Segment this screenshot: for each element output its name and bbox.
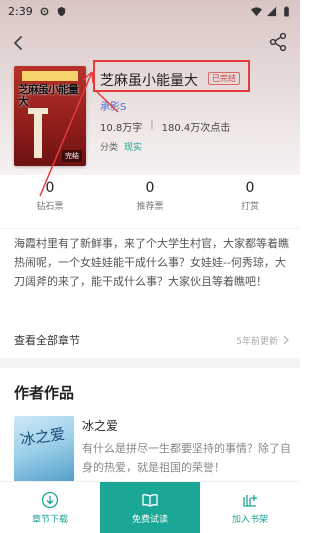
category-value[interactable]: 现实 [124, 140, 142, 153]
click-count: 180.4万次点击 [161, 123, 231, 134]
count-label: 打赏 [240, 202, 259, 212]
count-value: 0 [45, 180, 55, 196]
open-book-icon [142, 493, 158, 507]
signal-icon [266, 6, 277, 16]
count-value: 0 [245, 180, 255, 196]
settings-gear-icon [40, 7, 49, 15]
bookshelf-icon [243, 494, 257, 507]
count-label: 推荐票 [136, 202, 164, 212]
download-icon [41, 491, 59, 508]
vote-counts: 0 钻石票 0 推荐票 0 打赏 [0, 180, 300, 220]
work-cover-title: 冰之爱 [19, 424, 67, 450]
section-divider [0, 358, 300, 368]
book-description: 海霞村里有了新鲜事，来了个大学生村官，大家都等着瞧热闹呢，一个女娃娃能干成什么事… [14, 237, 289, 288]
bottom-action-bar: 章节下载 免费试读 加入书架 [0, 481, 300, 533]
share-icon[interactable] [268, 32, 288, 52]
status-badge: 已完结 [208, 72, 240, 85]
work-cover[interactable]: 冰之爱 [14, 416, 74, 484]
count-value: 0 [145, 180, 155, 196]
status-bar: 2:39 [0, 0, 300, 22]
status-time: 2:39 [8, 4, 33, 18]
work-description: 有什么是拼尽一生都要坚持的事情？除了自身的热爱，就是祖国的荣誉！ [82, 442, 291, 474]
play-protect-icon [57, 6, 65, 16]
cover-title-art: 芝麻虽小能量大 [18, 84, 79, 108]
category-row: 分类 现实 [100, 140, 142, 153]
download-label: 章节下载 [31, 514, 68, 525]
book-title: 芝麻虽小能量大 [100, 73, 198, 89]
download-chapters-button[interactable]: 章节下载 [0, 482, 100, 533]
free-read-label: 免费试读 [131, 514, 168, 525]
chapters-label: 查看全部章节 [14, 334, 80, 347]
reward-count[interactable]: 0 打赏 [200, 180, 300, 220]
view-all-chapters[interactable]: 查看全部章节 5年前更新 [14, 330, 290, 350]
chapters-updated: 5年前更新 [236, 334, 290, 347]
updated-text: 5年前更新 [236, 336, 278, 347]
add-shelf-label: 加入书架 [231, 514, 268, 525]
divider [0, 228, 300, 229]
work-title[interactable]: 冰之爱 [82, 417, 118, 434]
count-label: 钻石票 [36, 202, 64, 212]
battery-icon [284, 5, 289, 17]
diamond-ticket-count[interactable]: 0 钻石票 [0, 180, 100, 220]
word-count: 10.8万字 [100, 123, 143, 134]
book-cover[interactable]: 芝麻虽小能量大 完结 [14, 66, 86, 166]
stats-separator: | [150, 119, 154, 130]
book-stats: 10.8万字 | 180.4万次点击 [100, 119, 230, 134]
add-to-shelf-button[interactable]: 加入书架 [200, 482, 300, 533]
wifi-icon [251, 6, 262, 16]
author-works-heading: 作者作品 [14, 384, 75, 402]
back-arrow-icon[interactable] [10, 34, 28, 52]
author-link[interactable]: 承影S [100, 98, 126, 113]
cover-top-banner [22, 71, 78, 81]
free-read-button[interactable]: 免费试读 [100, 482, 200, 533]
chevron-right-icon [283, 335, 289, 345]
cover-badge: 完结 [62, 150, 82, 162]
category-label: 分类 [100, 143, 119, 153]
cover-tower [34, 112, 42, 158]
recommend-ticket-count[interactable]: 0 推荐票 [100, 180, 200, 220]
